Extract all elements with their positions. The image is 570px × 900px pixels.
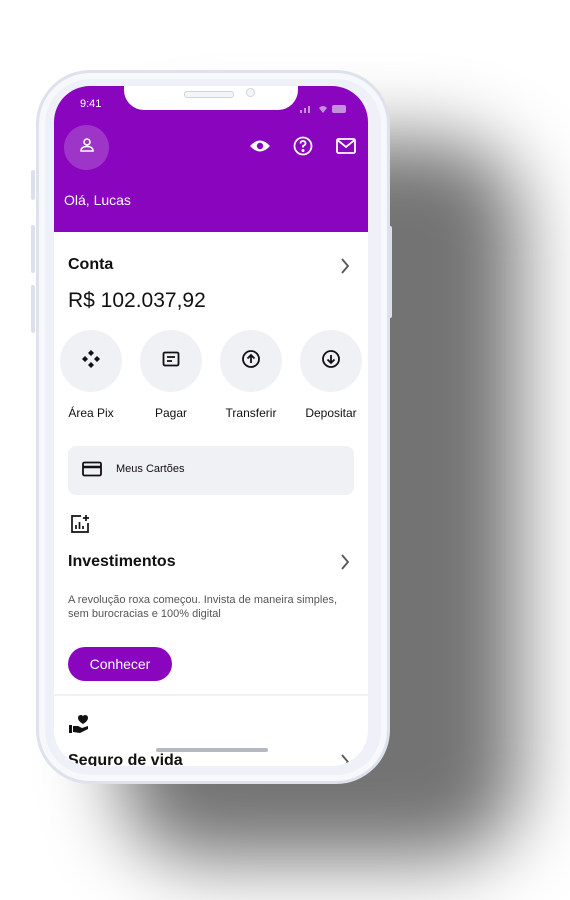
messages-button[interactable]	[335, 137, 357, 159]
battery-icon	[332, 100, 348, 118]
action-deposit-label: Depositar	[305, 406, 357, 420]
home-indicator[interactable]	[156, 748, 268, 752]
phone-side-button	[388, 226, 392, 318]
speaker-grill	[184, 91, 234, 98]
insurance-title[interactable]: Seguro de vida	[68, 752, 183, 766]
action-deposit-circle[interactable]	[300, 330, 362, 392]
app-screen: 9:41 Olá, Lucas Conta R$ 102.037,92 Área…	[54, 86, 368, 766]
action-pix[interactable]: Área Pix	[60, 330, 122, 420]
action-pay-label: Pagar	[154, 406, 188, 420]
chevron-right-icon[interactable]	[340, 258, 350, 279]
phone-side-button	[31, 170, 35, 200]
user-icon	[78, 136, 96, 159]
credit-card-icon	[82, 461, 102, 482]
arrow-down-circle-icon	[321, 349, 341, 374]
chevron-right-icon[interactable]	[340, 554, 350, 575]
eye-icon	[249, 139, 271, 158]
learn-more-button[interactable]: Conhecer	[68, 647, 172, 681]
chevron-right-icon[interactable]	[340, 754, 350, 766]
action-pix-label: Área Pix	[68, 406, 114, 420]
account-balance: R$ 102.037,92	[68, 289, 206, 312]
section-divider	[54, 694, 368, 696]
help-circle-icon	[293, 136, 313, 161]
phone-notch	[124, 86, 298, 110]
heart-hand-icon	[68, 714, 90, 739]
action-transfer-label: Transferir	[225, 406, 277, 420]
status-icons	[300, 100, 348, 118]
pix-icon	[81, 349, 101, 374]
help-button[interactable]	[292, 136, 314, 161]
app-header: 9:41 Olá, Lucas	[54, 86, 368, 232]
phone-side-button	[31, 285, 35, 333]
greeting-text: Olá, Lucas	[64, 192, 131, 208]
toggle-visibility-button[interactable]	[249, 137, 271, 159]
front-camera	[246, 88, 255, 97]
mail-icon	[336, 137, 356, 159]
my-cards-label: Meus Cartões	[116, 463, 185, 475]
action-deposit[interactable]: Depositar	[300, 330, 362, 420]
action-pay[interactable]: Pagar	[140, 330, 202, 420]
action-pix-circle[interactable]	[60, 330, 122, 392]
investments-title: Investimentos	[68, 553, 176, 570]
action-pay-circle[interactable]	[140, 330, 202, 392]
investments-description: A revolução roxa começou. Invista de man…	[68, 594, 338, 620]
action-transfer-circle[interactable]	[220, 330, 282, 392]
wifi-icon	[318, 100, 328, 118]
action-transfer[interactable]: Transferir	[220, 330, 282, 420]
signal-icon	[300, 100, 314, 118]
my-cards-button[interactable]: Meus Cartões	[68, 446, 354, 495]
status-time: 9:41	[80, 98, 102, 110]
arrow-up-circle-icon	[241, 349, 261, 374]
investment-chart-icon	[70, 514, 90, 539]
barcode-icon	[162, 350, 180, 373]
account-title: Conta	[68, 256, 114, 273]
profile-button[interactable]	[64, 125, 109, 170]
phone-side-button	[31, 225, 35, 273]
